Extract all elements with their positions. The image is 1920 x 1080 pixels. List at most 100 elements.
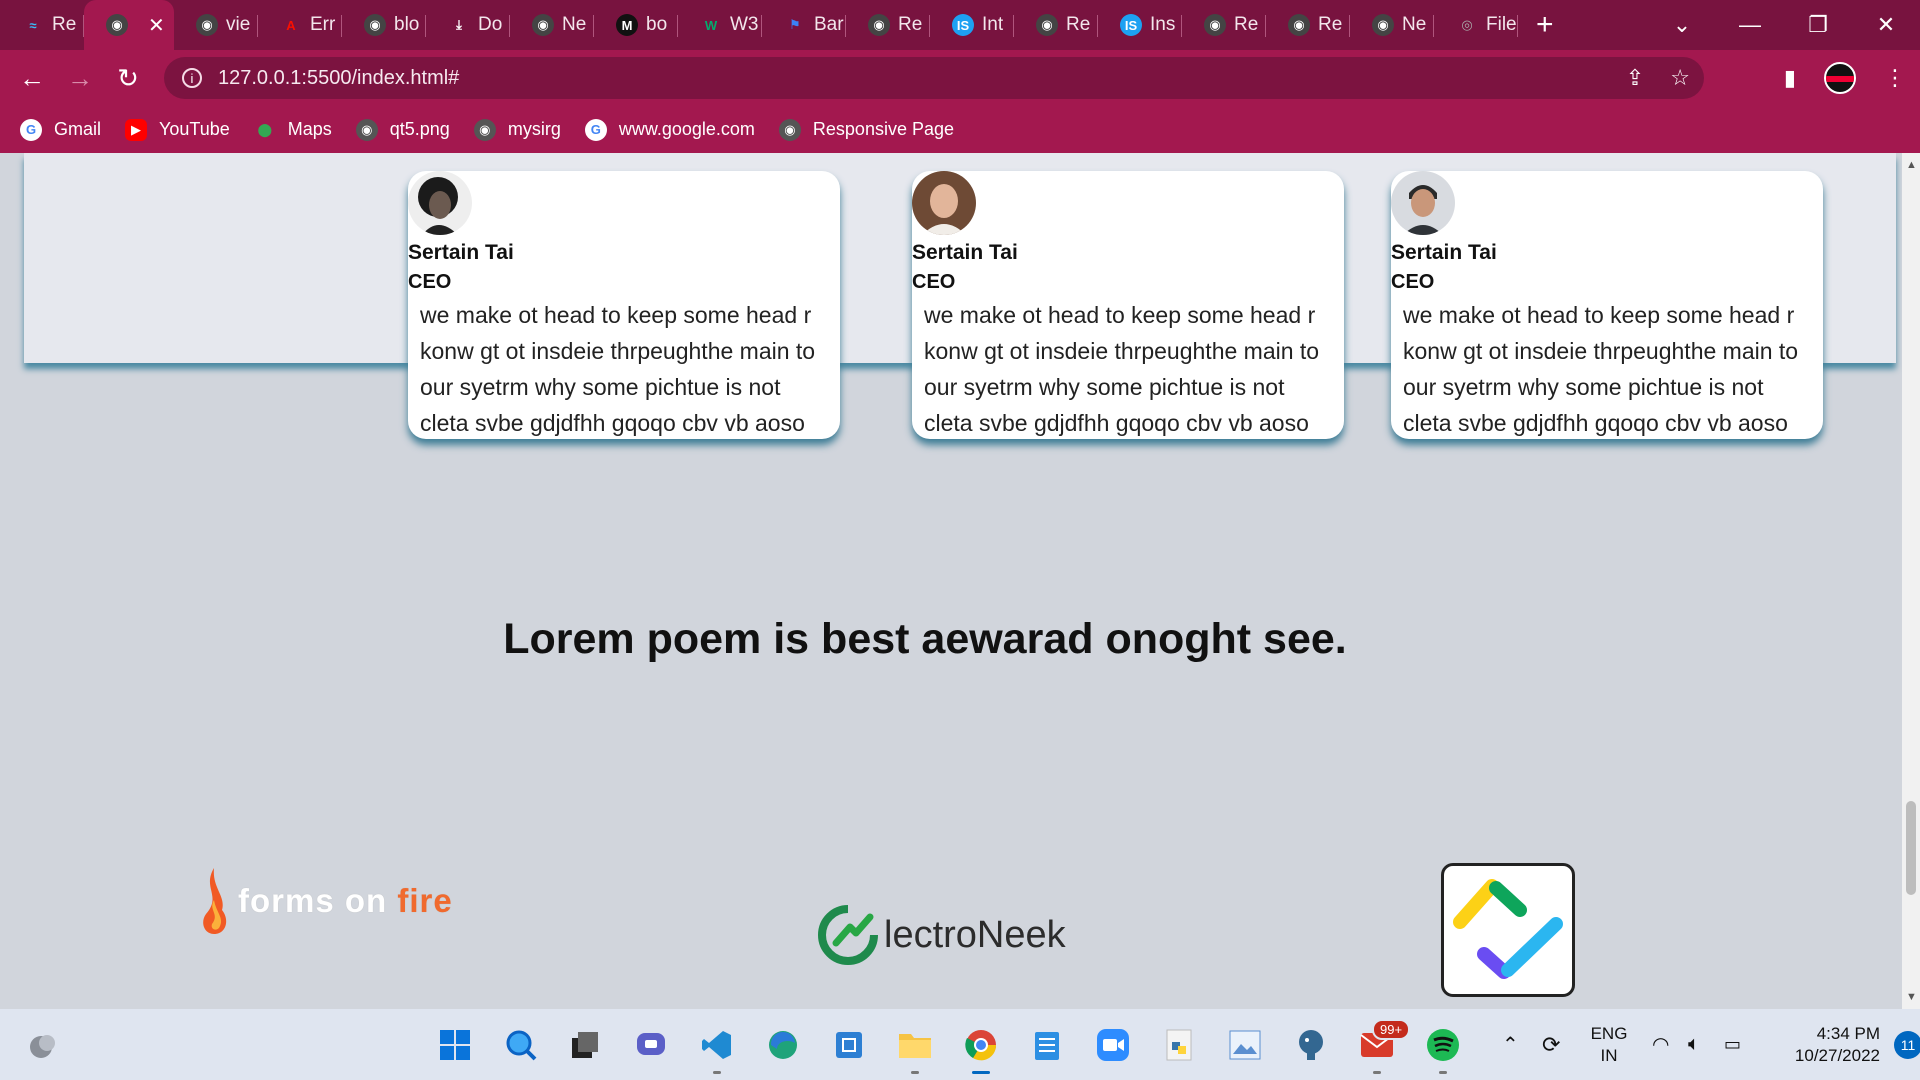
clock-date: 10/27/2022: [1794, 1045, 1880, 1065]
file-icon: ◎: [1461, 17, 1473, 32]
start-button-icon[interactable]: [436, 1026, 474, 1064]
scroll-up-icon[interactable]: ▲: [1906, 159, 1917, 171]
chat-icon[interactable]: [632, 1026, 670, 1064]
browser-tab[interactable]: ◉ Re: [846, 0, 930, 50]
testimonial-text: we make ot head to keep some head r konw…: [420, 302, 816, 436]
notification-count-badge[interactable]: 11: [1894, 1030, 1920, 1059]
tab-title: blo: [394, 14, 420, 35]
vertical-scrollbar[interactable]: ▲ ▼: [1902, 153, 1920, 1009]
python-file-icon[interactable]: [1160, 1026, 1198, 1064]
browser-toolbar: ← → ↻ i 127.0.0.1:5500/index.html# ⇪ ☆ ▮…: [0, 50, 1920, 106]
bookmark-item[interactable]: G Gmail: [20, 118, 101, 141]
browser-tab[interactable]: ◉ vie: [174, 0, 258, 50]
volume-icon[interactable]: 🔈︎: [1688, 1033, 1724, 1056]
weather-widget-icon[interactable]: [24, 1026, 62, 1064]
bookmark-item[interactable]: ◉ mysirg: [473, 118, 561, 141]
chevron-up-icon[interactable]: ⌃: [1502, 1032, 1542, 1057]
bookmark-star-icon[interactable]: ☆: [1670, 65, 1690, 91]
person-photo: [408, 171, 472, 235]
tab-title: File: [1486, 14, 1517, 35]
postgres-icon[interactable]: [1292, 1026, 1330, 1064]
globe-icon: ◉: [1372, 14, 1394, 36]
app-store-icon[interactable]: [830, 1026, 868, 1064]
spotify-icon[interactable]: [1424, 1026, 1462, 1074]
person-photo: [912, 171, 976, 235]
bookmark-label: Maps: [287, 119, 332, 139]
close-window-button[interactable]: ✕: [1852, 12, 1920, 38]
browser-tab[interactable]: ◉ ✕: [84, 0, 174, 50]
bookmark-label: qt5.png: [389, 119, 450, 139]
wifi-icon[interactable]: ◠: [1652, 1032, 1688, 1057]
profile-avatar[interactable]: [1824, 62, 1856, 94]
scrollbar-thumb[interactable]: [1906, 801, 1916, 895]
testimonial-text: we make ot head to keep some head r konw…: [924, 302, 1320, 436]
tab-search-icon[interactable]: ⌄: [1648, 12, 1716, 38]
bookmarks-bar: G Gmail ▶ YouTube ⬤ Maps ◉ qt5.png ◉ mysirg Gwww.g…: [0, 106, 1920, 153]
browser-tab[interactable]: ⤓ Do: [426, 0, 510, 50]
browser-tab[interactable]: ◉ Ne: [1350, 0, 1434, 50]
browser-tab[interactable]: Mbo: [594, 0, 678, 50]
search-icon[interactable]: [502, 1026, 540, 1064]
share-icon[interactable]: ⇪: [1626, 65, 1644, 91]
tab-separator: [1517, 15, 1518, 37]
browser-tab[interactable]: ◉ Ne: [510, 0, 594, 50]
browser-tab[interactable]: IS Ins: [1098, 0, 1182, 50]
bookmark-item[interactable]: ◉ Responsive Page: [778, 118, 954, 141]
bookmark-item[interactable]: Gwww.google.com: [584, 118, 755, 141]
bookmark-item[interactable]: ▶ YouTube: [125, 118, 230, 141]
battery-icon[interactable]: ▭: [1724, 1034, 1764, 1055]
restore-button[interactable]: ❐: [1784, 12, 1852, 38]
chrome-icon[interactable]: [962, 1026, 1000, 1074]
globe-icon: ◉: [473, 118, 496, 141]
url-text[interactable]: 127.0.0.1:5500/index.html#: [218, 67, 459, 90]
google-icon: G: [584, 118, 607, 141]
browser-tab[interactable]: A Err: [258, 0, 342, 50]
browser-tab[interactable]: ◉ Re: [1014, 0, 1098, 50]
tab-title: Ins: [1150, 14, 1176, 35]
browser-tab[interactable]: ◎ File: [1434, 0, 1518, 50]
vscode-icon[interactable]: [698, 1026, 736, 1074]
section-headline: Lorem poem is best aewarad onoght see.: [503, 615, 1347, 663]
browser-tab[interactable]: IS Int: [930, 0, 1014, 50]
browser-tab[interactable]: ⚑ Bar: [762, 0, 846, 50]
mail-badge: 99+: [1372, 1019, 1411, 1040]
browser-tab[interactable]: ≈ Re: [0, 0, 84, 50]
browser-tab[interactable]: ◉ Re: [1266, 0, 1350, 50]
side-panel-icon[interactable]: ▮: [1784, 65, 1796, 91]
reload-button[interactable]: ↻: [104, 63, 152, 94]
globe-icon: ◉: [1288, 14, 1310, 36]
logo-text-accent: fire: [397, 882, 453, 919]
testimonial-card: Sertain Tai CEO we make ot head to keep …: [912, 171, 1344, 439]
zoom-icon[interactable]: [1094, 1026, 1132, 1064]
address-bar[interactable]: i 127.0.0.1:5500/index.html# ⇪ ☆: [164, 57, 1704, 99]
bookmark-item[interactable]: ⬤ Maps: [254, 119, 332, 141]
scroll-down-icon[interactable]: ▼: [1906, 991, 1917, 1003]
electroneek-mark-icon: [818, 905, 878, 965]
image-viewer-icon[interactable]: [1226, 1026, 1264, 1064]
edge-icon[interactable]: [764, 1026, 802, 1064]
menu-icon[interactable]: ⋮: [1884, 65, 1906, 91]
tab-title: Re: [1066, 14, 1091, 35]
browser-tab[interactable]: ◉ blo: [342, 0, 426, 50]
forward-button[interactable]: →: [56, 63, 104, 94]
task-view-icon[interactable]: [566, 1026, 604, 1064]
tab-title: Re: [898, 14, 923, 35]
site-info-icon[interactable]: i: [182, 68, 202, 88]
tailwind-icon: ≈: [29, 17, 37, 33]
back-button[interactable]: ←: [8, 63, 56, 94]
new-tab-button[interactable]: +: [1536, 8, 1554, 42]
bookmark-label: mysirg: [507, 119, 561, 139]
clock[interactable]: 4:34 PM 10/27/2022: [1770, 1023, 1880, 1067]
file-explorer-icon[interactable]: [896, 1026, 934, 1074]
close-tab-icon[interactable]: ✕: [148, 13, 165, 38]
sync-icon[interactable]: ⟳: [1542, 1032, 1582, 1058]
bookmark-item[interactable]: ◉ qt5.png: [355, 118, 450, 141]
notepad-icon[interactable]: [1028, 1026, 1066, 1064]
minimize-button[interactable]: —: [1716, 12, 1784, 38]
maps-icon: ⬤: [257, 121, 273, 137]
forms-on-fire-logo: forms on fire: [196, 866, 453, 936]
language-indicator[interactable]: ENG IN: [1582, 1023, 1636, 1067]
tab-title: Ne: [562, 14, 587, 35]
browser-tab[interactable]: ◉ Re: [1182, 0, 1266, 50]
browser-tab[interactable]: W W3: [678, 0, 762, 50]
